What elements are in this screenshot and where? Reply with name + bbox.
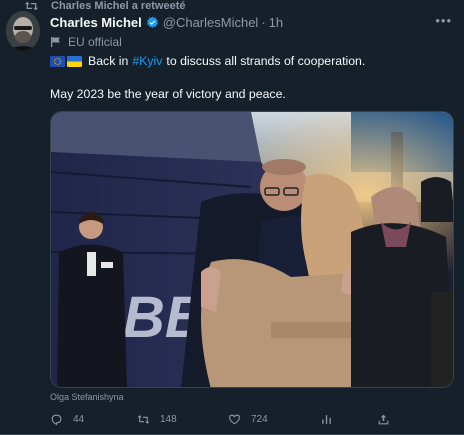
retweet-button[interactable]: 148 bbox=[137, 413, 177, 426]
hashtag-link[interactable]: #Kyiv bbox=[132, 54, 162, 68]
ukraine-flag-emoji bbox=[67, 55, 82, 67]
tweet-text-line-2: May 2023 be the year of victory and peac… bbox=[50, 87, 286, 101]
retweet-icon bbox=[137, 415, 150, 424]
like-count: 724 bbox=[251, 414, 268, 425]
tweet-header: Charles Michel @CharlesMichel · 1h bbox=[50, 15, 454, 30]
affiliation-label[interactable]: EU official bbox=[50, 35, 122, 49]
retweet-icon bbox=[24, 1, 39, 11]
verified-icon bbox=[146, 16, 158, 28]
tweet-text-after: to discuss all strands of cooperation. bbox=[166, 54, 366, 68]
retweet-context: Charles Michel a retweeté bbox=[24, 0, 186, 12]
photo-image: BB bbox=[51, 112, 453, 387]
reply-count: 44 bbox=[73, 414, 85, 425]
tweet[interactable]: Charles Michel a retweeté Charles Michel… bbox=[0, 0, 464, 435]
eu-flag-emoji bbox=[50, 55, 65, 67]
avatar[interactable] bbox=[6, 11, 40, 51]
separator: · bbox=[261, 15, 266, 30]
tweet-text-line-1: Back in #Kyiv to discuss all strands of … bbox=[50, 54, 365, 68]
like-icon bbox=[229, 414, 240, 425]
tweet-photo[interactable]: BB bbox=[50, 111, 454, 388]
photo-tag[interactable]: Olga Stefanishyna bbox=[50, 392, 124, 402]
tweet-text-before: Back in bbox=[88, 54, 129, 68]
affiliation-text: EU official bbox=[68, 35, 122, 49]
display-name[interactable]: Charles Michel bbox=[50, 15, 142, 30]
reply-button[interactable]: 44 bbox=[50, 413, 84, 426]
retweet-text: Charles Michel a retweeté bbox=[51, 0, 186, 12]
share-button[interactable] bbox=[377, 413, 400, 426]
share-icon bbox=[378, 414, 389, 425]
flag-icon bbox=[51, 37, 60, 47]
stats-button[interactable] bbox=[320, 413, 343, 426]
more-icon[interactable]: ••• bbox=[435, 13, 452, 28]
reply-icon bbox=[51, 414, 62, 426]
timestamp[interactable]: 1h bbox=[269, 15, 283, 30]
avatar-image bbox=[6, 11, 40, 51]
stats-icon bbox=[322, 415, 331, 424]
tweet-actions: 44 148 724 bbox=[50, 413, 454, 431]
like-button[interactable]: 724 bbox=[228, 413, 268, 426]
handle[interactable]: @CharlesMichel bbox=[163, 15, 259, 30]
retweet-count: 148 bbox=[160, 414, 177, 425]
